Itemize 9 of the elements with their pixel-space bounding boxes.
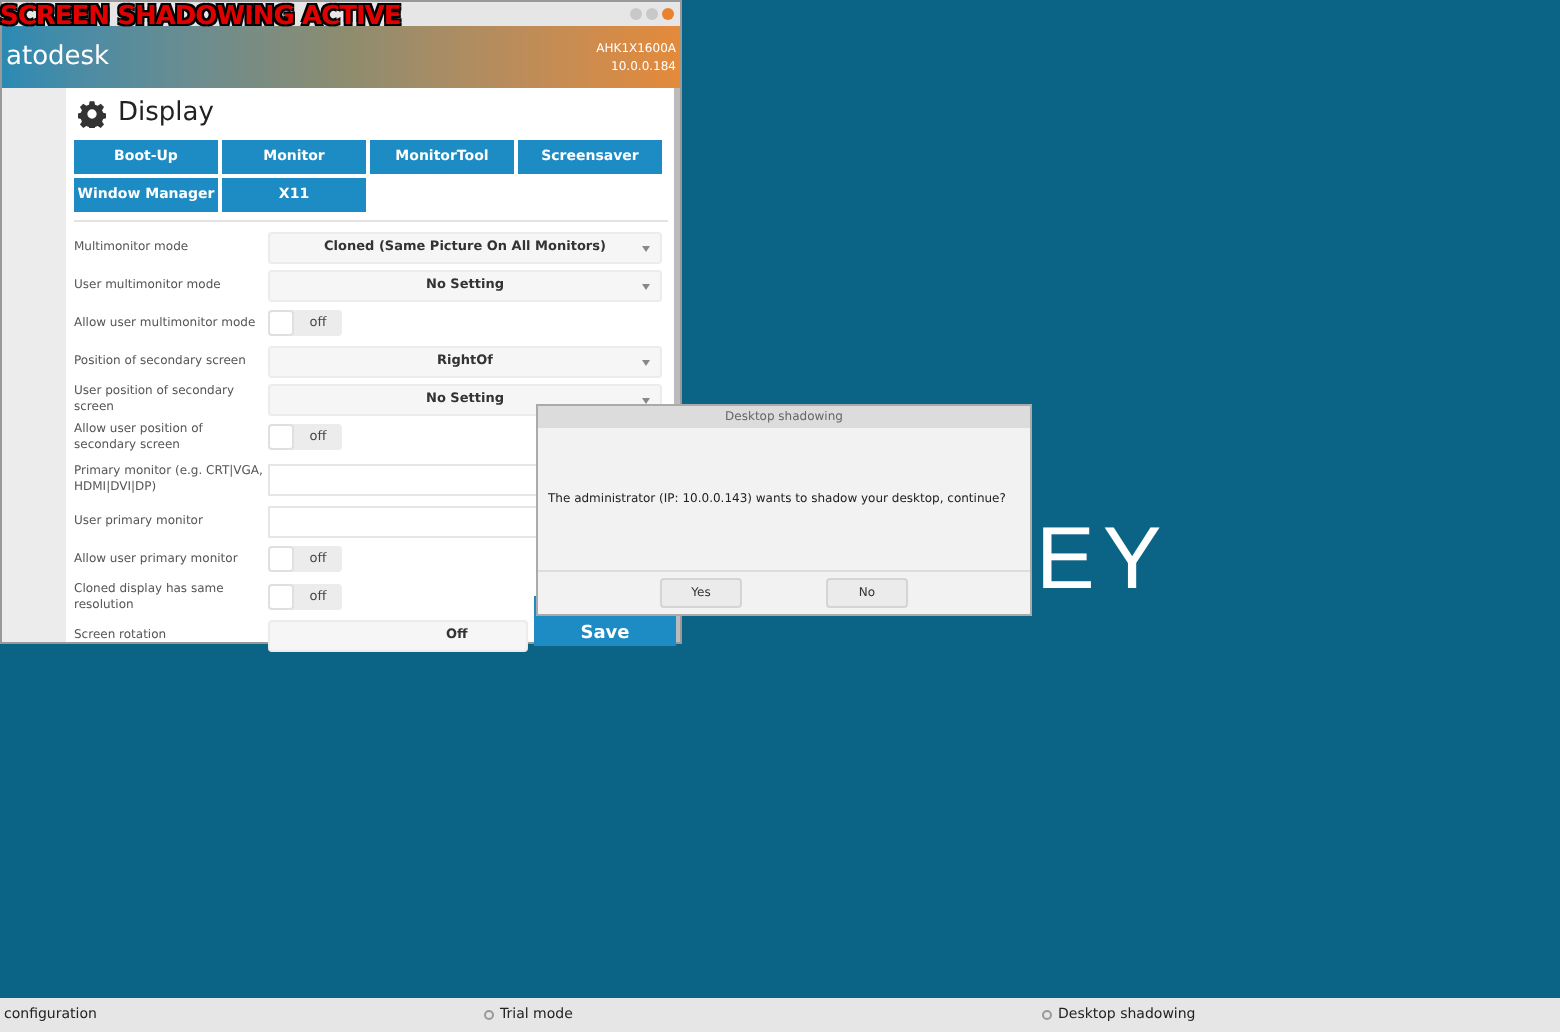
- caret-icon: [642, 245, 650, 251]
- brand-text: atodesk: [6, 39, 110, 76]
- page-title: Display: [118, 96, 214, 133]
- desktop-text: EY: [1036, 516, 1170, 604]
- caret-icon: [642, 283, 650, 289]
- gear-icon: [78, 100, 106, 128]
- caret-icon: [642, 359, 650, 365]
- status-warning-label: SCREEN SHADOWING ACTIVE: [0, 0, 401, 34]
- close-icon[interactable]: [662, 8, 674, 20]
